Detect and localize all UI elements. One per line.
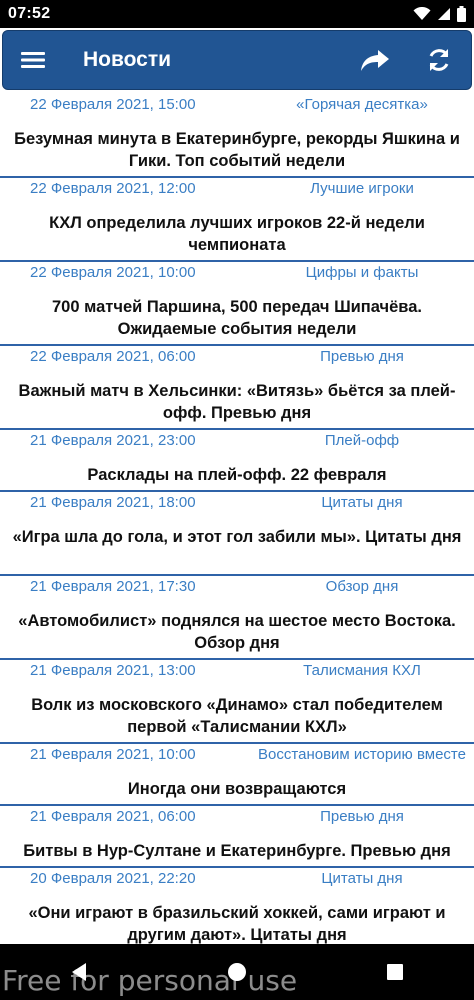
- recents-icon[interactable]: [386, 963, 404, 981]
- hamburger-icon: [21, 52, 45, 68]
- signal-icon: [438, 8, 450, 20]
- share-icon: [361, 50, 389, 71]
- back-icon[interactable]: [70, 962, 88, 982]
- news-category: Талисмания КХЛ: [303, 662, 421, 679]
- news-date: 21 Февраля 2021, 17:30: [30, 578, 196, 595]
- news-meta: 22 Февраля 2021, 10:00 Цифры и факты: [0, 262, 474, 284]
- news-list[interactable]: 22 Февраля 2021, 15:00 «Горячая десятка» Б…: [0, 94, 474, 944]
- news-title: Битвы в Нур-Султане и Екатеринбурге. Пре…: [23, 842, 451, 860]
- news-title: 700 матчей Паршина, 500 передач Шипачёва…: [52, 298, 422, 338]
- refresh-icon: [429, 49, 449, 71]
- news-category: Цифры и факты: [305, 264, 419, 281]
- news-item[interactable]: 21 Февраля 2021, 23:00 Плей-офф Расклады н…: [0, 430, 474, 492]
- news-date: 22 Февраля 2021, 15:00: [30, 96, 196, 113]
- news-date: 21 Февраля 2021, 13:00: [30, 662, 196, 679]
- news-category: Цитаты дня: [321, 870, 403, 887]
- news-item[interactable]: 21 Февраля 2021, 13:00 Талисмания КХЛ Волк…: [0, 660, 474, 744]
- news-date: 22 Февраля 2021, 06:00: [30, 348, 196, 365]
- news-category: Плей-офф: [324, 432, 400, 449]
- share-button[interactable]: [343, 31, 407, 89]
- news-category: Обзор дня: [325, 578, 399, 595]
- news-category: Цитаты дня: [321, 494, 403, 511]
- news-item[interactable]: 22 Февраля 2021, 10:00 Цифры и факты 700 м…: [0, 262, 474, 346]
- news-title: Иногда они возвращаются: [127, 780, 347, 798]
- news-meta: 22 Февраля 2021, 12:00 Лучшие игроки: [0, 178, 474, 200]
- battery-icon: [457, 6, 466, 22]
- news-date: 21 Февраля 2021, 18:00: [30, 494, 196, 511]
- news-title: Расклады на плей-офф. 22 февраля: [87, 466, 387, 484]
- news-date: 21 Февраля 2021, 10:00: [30, 746, 196, 763]
- news-date: 22 Февраля 2021, 12:00: [30, 180, 196, 197]
- news-date: 20 Февраля 2021, 22:20: [30, 870, 196, 887]
- news-item[interactable]: 20 Февраля 2021, 22:20 Цитаты дня «Они игр…: [0, 868, 474, 944]
- status-icons: [413, 6, 466, 22]
- news-title: КХЛ определила лучших игроков 22-й недел…: [49, 214, 425, 254]
- news-item[interactable]: 22 Февраля 2021, 12:00 Лучшие игроки КХЛ о…: [0, 178, 474, 262]
- refresh-button[interactable]: [407, 31, 471, 89]
- news-date: 21 Февраля 2021, 06:00: [30, 808, 196, 825]
- news-meta: 21 Февраля 2021, 17:30 Обзор дня: [0, 576, 474, 598]
- news-meta: 21 Февраля 2021, 18:00 Цитаты дня: [0, 492, 474, 514]
- news-title: «Они играют в бразильский хоккей, сами и…: [28, 904, 446, 944]
- news-item[interactable]: 21 Февраля 2021, 10:00 Восстановим истори…: [0, 744, 474, 806]
- news-title: Безумная минута в Екатеринбурге, рекорды…: [14, 130, 460, 170]
- news-meta: 22 Февраля 2021, 15:00 «Горячая десятка»: [0, 94, 474, 116]
- news-category: Восстановим историю вместе: [258, 746, 466, 763]
- news-category: Превью дня: [320, 808, 404, 825]
- news-item[interactable]: 21 Февраля 2021, 18:00 Цитаты дня «Игра шл…: [0, 492, 474, 576]
- news-category: Лучшие игроки: [310, 180, 414, 197]
- news-item[interactable]: 22 Февраля 2021, 06:00 Превью дня Важный м…: [0, 346, 474, 430]
- news-date: 22 Февраля 2021, 10:00: [30, 264, 196, 281]
- news-date: 21 Февраля 2021, 23:00: [30, 432, 196, 449]
- wifi-icon: [413, 7, 431, 20]
- news-title: «Игра шла до гола, и этот гол забили мы»…: [12, 528, 462, 546]
- status-bar: 07:52: [0, 0, 474, 28]
- page-title: Новости: [83, 48, 172, 71]
- news-meta: 21 Февраля 2021, 23:00 Плей-офф: [0, 430, 474, 452]
- news-item[interactable]: 22 Февраля 2021, 15:00 «Горячая десятка» Б…: [0, 94, 474, 178]
- news-meta: 22 Февраля 2021, 06:00 Превью дня: [0, 346, 474, 368]
- app-bar: Новости: [2, 30, 472, 90]
- news-title: Волк из московского «Динамо» стал победи…: [31, 696, 443, 736]
- news-meta: 21 Февраля 2021, 13:00 Талисмания КХЛ: [0, 660, 474, 682]
- news-meta: 20 Февраля 2021, 22:20 Цитаты дня: [0, 868, 474, 890]
- news-item[interactable]: 21 Февраля 2021, 17:30 Обзор дня «Автомоби…: [0, 576, 474, 660]
- menu-button[interactable]: [3, 31, 63, 89]
- news-title: Важный матч в Хельсинки: «Витязь» бьётся…: [18, 382, 456, 422]
- news-category: «Горячая десятка»: [296, 96, 428, 113]
- news-item[interactable]: 21 Февраля 2021, 06:00 Превью дня Битвы в …: [0, 806, 474, 868]
- status-time: 07:52: [8, 5, 51, 22]
- news-meta: 21 Февраля 2021, 06:00 Превью дня: [0, 806, 474, 828]
- news-category: Превью дня: [320, 348, 404, 365]
- system-nav-bar: [0, 944, 474, 1000]
- home-icon[interactable]: [227, 962, 247, 982]
- news-meta: 21 Февраля 2021, 10:00 Восстановим истори…: [0, 744, 474, 766]
- news-title: «Автомобилист» поднялся на шестое место …: [18, 612, 456, 652]
